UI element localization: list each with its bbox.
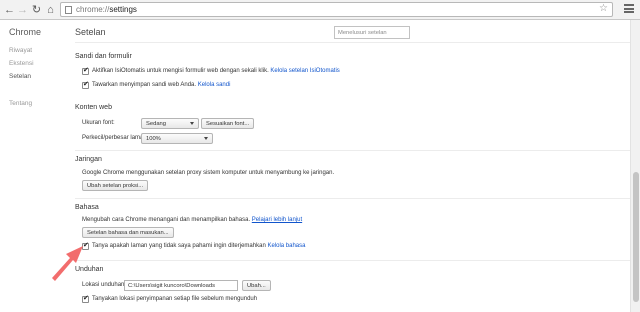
bookmark-star-icon[interactable]: ☆ xyxy=(599,3,608,14)
autofill-row: Aktifkan IsiOtomatis untuk mengisi formu… xyxy=(92,68,340,74)
download-location-field[interactable]: C:\Users\sigit kuncoro\Downloads xyxy=(124,280,238,291)
section-heading-downloads: Unduhan xyxy=(75,266,104,273)
reload-icon[interactable]: ↻ xyxy=(30,3,43,16)
languages-description-row: Mengubah cara Chrome menangani dan menam… xyxy=(82,217,302,223)
autofill-checkbox[interactable] xyxy=(82,66,89,76)
back-arrow-icon[interactable]: ← xyxy=(3,3,16,16)
section-divider xyxy=(75,198,630,199)
manage-autofill-link[interactable]: Kelola setelan IsiOtomatis xyxy=(270,68,339,74)
search-settings-input[interactable] xyxy=(335,27,409,38)
translate-row: Tanya apakah laman yang tidak saya paham… xyxy=(92,243,305,249)
translate-checkbox[interactable] xyxy=(82,241,89,251)
network-description: Google Chrome menggunakan setelan proxy … xyxy=(82,170,335,176)
learn-more-link[interactable]: Pelajari lebih lanjut xyxy=(252,217,302,223)
search-settings-field[interactable] xyxy=(334,26,410,39)
manage-languages-link[interactable]: Kelola bahasa xyxy=(267,243,305,249)
sidebar-item-settings[interactable]: Setelan xyxy=(9,73,31,80)
page-zoom-value: 100% xyxy=(146,135,161,142)
vertical-scrollbar[interactable] xyxy=(630,20,640,312)
section-divider xyxy=(75,260,630,261)
title-divider xyxy=(75,42,630,43)
ask-download-location-checkbox[interactable] xyxy=(82,294,89,304)
languages-description: Mengubah cara Chrome menangani dan menam… xyxy=(82,217,251,223)
scrollbar-thumb[interactable] xyxy=(633,172,639,302)
translate-text: Tanya apakah laman yang tidak saya paham… xyxy=(92,243,266,249)
font-size-select[interactable]: Sedang xyxy=(141,118,199,129)
home-icon[interactable]: ⌂ xyxy=(44,3,57,16)
address-bar[interactable]: chrome://settings ☆ xyxy=(60,2,613,17)
sidebar-title: Chrome xyxy=(9,27,42,37)
chrome-menu-icon[interactable] xyxy=(624,4,634,15)
zoom-label: Perkecil/perbesar laman: xyxy=(82,135,149,141)
font-size-label: Ukuran font: xyxy=(82,120,115,126)
sidebar-item-extensions[interactable]: Ekstensi xyxy=(9,60,34,67)
sidebar-item-about[interactable]: Tentang xyxy=(9,100,32,107)
page-zoom-select[interactable]: 100% xyxy=(141,133,213,144)
change-proxy-button[interactable]: Ubah setelan proksi... xyxy=(82,180,149,191)
save-passwords-text: Tawarkan menyimpan sandi web Anda. xyxy=(92,82,197,88)
ask-download-location-text: Tanyakan lokasi penyimpanan setiap file … xyxy=(92,296,258,302)
url-text: chrome://settings xyxy=(76,5,137,14)
chevron-down-icon xyxy=(204,137,208,140)
manage-passwords-link[interactable]: Kelola sandi xyxy=(198,82,231,88)
sidebar: Chrome Riwayat Ekstensi Setelan Tentang xyxy=(0,20,58,312)
customize-fonts-button[interactable]: Sesuaikan font... xyxy=(201,118,255,129)
autofill-text: Aktifkan IsiOtomatis untuk mengisi formu… xyxy=(92,68,269,74)
save-passwords-checkbox[interactable] xyxy=(82,80,89,90)
sidebar-item-history[interactable]: Riwayat xyxy=(9,47,32,54)
settings-main: Setelan Sandi dan formulir Aktifkan IsiO… xyxy=(58,20,630,312)
change-download-location-button[interactable]: Ubah... xyxy=(242,280,271,291)
section-divider xyxy=(75,150,630,151)
chevron-down-icon xyxy=(190,122,194,125)
download-location-label: Lokasi unduhan: xyxy=(82,282,127,288)
section-heading-network: Jaringan xyxy=(75,156,102,163)
browser-toolbar: ← → ↻ ⌂ chrome://settings ☆ xyxy=(0,0,640,20)
language-settings-button[interactable]: Setelan bahasa dan masukan... xyxy=(82,227,174,238)
forward-arrow-icon[interactable]: → xyxy=(16,3,29,16)
section-heading-languages: Bahasa xyxy=(75,204,99,211)
section-heading-web-content: Konten web xyxy=(75,104,112,111)
page-title: Setelan xyxy=(75,27,106,37)
page-icon xyxy=(65,6,72,14)
section-heading-passwords: Sandi dan formulir xyxy=(75,53,132,60)
font-size-value: Sedang xyxy=(146,120,166,127)
save-passwords-row: Tawarkan menyimpan sandi web Anda. Kelol… xyxy=(92,82,230,88)
